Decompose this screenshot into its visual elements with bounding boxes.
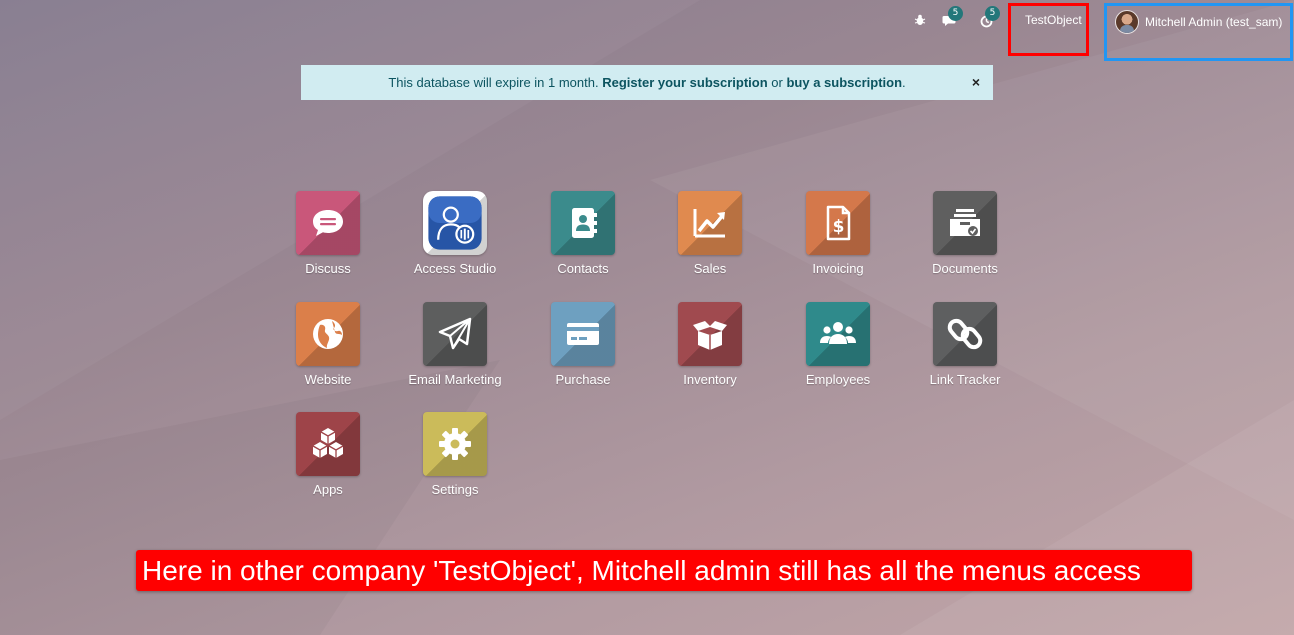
app-tile <box>678 191 742 255</box>
odoo-home-screen: 5 5 TestObject Mitchell Admin (test_sam)… <box>0 0 1294 635</box>
app-contacts[interactable]: Contacts <box>528 191 638 276</box>
app-purchase[interactable]: Purchase <box>528 302 638 387</box>
document-tray-icon <box>950 209 980 236</box>
paper-plane-icon <box>438 317 472 350</box>
app-tile <box>551 191 615 255</box>
user-menu[interactable]: Mitchell Admin (test_sam) <box>1115 10 1282 34</box>
chat-bubble-icon <box>313 210 343 236</box>
company-switcher[interactable]: TestObject <box>1025 13 1082 27</box>
debug-mode-button[interactable] <box>909 9 931 31</box>
app-label: Email Marketing <box>408 372 502 387</box>
users-group-icon <box>820 322 856 344</box>
access-studio-icon <box>428 196 482 250</box>
app-tile <box>806 302 870 366</box>
gear-icon <box>439 428 471 460</box>
app-label: Purchase <box>555 372 611 387</box>
app-tile <box>551 302 615 366</box>
register-subscription-link[interactable]: Register your subscription <box>602 75 767 90</box>
database-expiration-banner: This database will expire in 1 month. Re… <box>301 65 993 100</box>
app-tile <box>423 412 487 476</box>
app-tile <box>933 191 997 255</box>
messages-button[interactable]: 5 <box>938 6 963 32</box>
app-documents[interactable]: Documents <box>910 191 1020 276</box>
app-email-marketing[interactable]: Email Marketing <box>400 302 510 387</box>
app-label: Documents <box>932 261 998 276</box>
address-book-icon <box>572 208 597 238</box>
buy-subscription-link[interactable]: buy a subscription <box>786 75 902 90</box>
invoice-dollar-icon: $ <box>826 205 851 241</box>
app-invoicing[interactable]: $ Invoicing <box>783 191 893 276</box>
app-label: Access Studio <box>413 261 497 276</box>
app-tile <box>678 302 742 366</box>
banner-or-text: or <box>771 75 783 90</box>
app-tile <box>423 302 487 366</box>
app-settings[interactable]: Settings <box>400 412 510 497</box>
app-employees[interactable]: Employees <box>783 302 893 387</box>
cubes-icon <box>312 428 344 458</box>
chain-link-icon <box>947 318 983 350</box>
app-tile <box>423 191 487 255</box>
app-label: Sales <box>693 261 727 276</box>
app-apps[interactable]: Apps <box>273 412 383 497</box>
app-tile: $ <box>806 191 870 255</box>
app-label: Employees <box>805 372 871 387</box>
trending-chart-icon <box>693 209 725 238</box>
banner-suffix: . <box>902 75 906 90</box>
app-sales[interactable]: Sales <box>655 191 765 276</box>
app-tile <box>296 302 360 366</box>
svg-text:$: $ <box>833 217 845 237</box>
app-tile <box>933 302 997 366</box>
app-label: Link Tracker <box>929 372 1001 387</box>
app-discuss[interactable]: Discuss <box>273 191 383 276</box>
app-inventory[interactable]: Inventory <box>655 302 765 387</box>
app-label: Contacts <box>557 261 609 276</box>
open-box-icon <box>693 321 727 350</box>
app-website[interactable]: Website <box>273 302 383 387</box>
globe-icon <box>313 319 343 349</box>
app-link-tracker[interactable]: Link Tracker <box>910 302 1020 387</box>
annotation-callout: Here in other company 'TestObject', Mitc… <box>136 550 1192 591</box>
app-label: Inventory <box>683 372 737 387</box>
messages-count-badge: 5 <box>948 6 963 21</box>
app-access-studio[interactable]: Access Studio <box>400 191 510 276</box>
banner-text: This database will expire in 1 month. <box>388 75 599 90</box>
app-label: Settings <box>431 482 479 497</box>
app-label: Invoicing <box>812 261 864 276</box>
bug-icon <box>914 14 926 25</box>
credit-card-icon <box>567 323 599 345</box>
app-label: Apps <box>313 482 343 497</box>
activities-button[interactable]: 5 <box>975 6 1000 32</box>
company-highlight-box <box>1008 3 1089 56</box>
banner-close-button[interactable]: × <box>972 74 980 90</box>
app-tile <box>296 191 360 255</box>
activities-count-badge: 5 <box>985 6 1000 21</box>
app-label: Discuss <box>305 261 351 276</box>
app-tile <box>296 412 360 476</box>
app-label: Website <box>304 372 352 387</box>
avatar <box>1115 10 1139 34</box>
user-name: Mitchell Admin (test_sam) <box>1145 15 1283 29</box>
